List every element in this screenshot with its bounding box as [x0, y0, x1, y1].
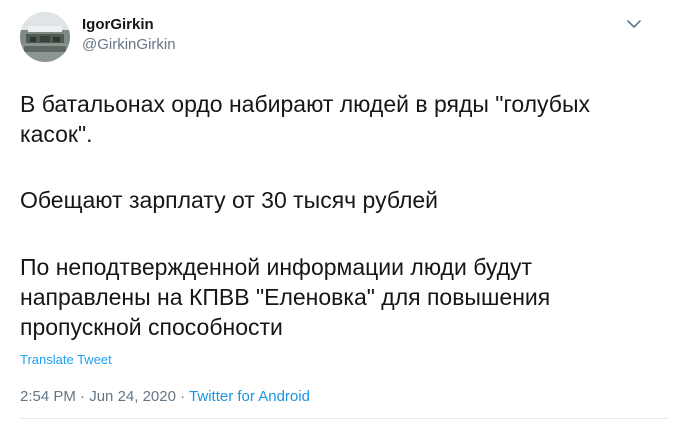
tweet-paragraph-3: По неподтвержденной информации люди буду… [20, 252, 550, 342]
chevron-down-icon[interactable] [624, 16, 644, 32]
tweet-text-line: По неподтвержденной информации люди буду… [20, 254, 533, 280]
tweet-author: IgorGirkin @GirkinGirkin [82, 15, 176, 55]
author-display-name[interactable]: IgorGirkin [82, 15, 176, 35]
tweet-text-line: В батальонах ордо набирают людей в ряды … [20, 91, 591, 117]
tweet-text-line: касок". [20, 121, 93, 147]
author-screen-name[interactable]: @GirkinGirkin [82, 35, 176, 55]
avatar[interactable] [20, 12, 70, 62]
tweet-text-line: Обещают зарплату от 30 тысяч рублей [20, 187, 439, 213]
tweet-text-line: пропускной способности [20, 314, 283, 340]
tweet-metadata: 2:54 PM · Jun 24, 2020 · Twitter for And… [20, 387, 310, 407]
tweet-card: IgorGirkin @GirkinGirkin В батальонах ор… [0, 0, 689, 425]
avatar-image [20, 12, 70, 62]
divider [20, 418, 669, 419]
tweet-text-line: направлены на КПВВ "Еленовка" для повыше… [20, 284, 551, 310]
tweet-source-link[interactable]: Twitter for Android [189, 388, 310, 405]
meta-separator: · [175, 388, 190, 405]
tweet-date[interactable]: Jun 24, 2020 [89, 388, 176, 405]
tweet-paragraph-2: Обещают зарплату от 30 тысяч рублей [20, 185, 438, 215]
translate-tweet-link[interactable]: Translate Tweet [20, 352, 112, 368]
tweet-time[interactable]: 2:54 PM [20, 388, 76, 405]
meta-separator: · [75, 388, 90, 405]
tweet-paragraph-1: В батальонах ордо набирают людей в ряды … [20, 89, 590, 149]
